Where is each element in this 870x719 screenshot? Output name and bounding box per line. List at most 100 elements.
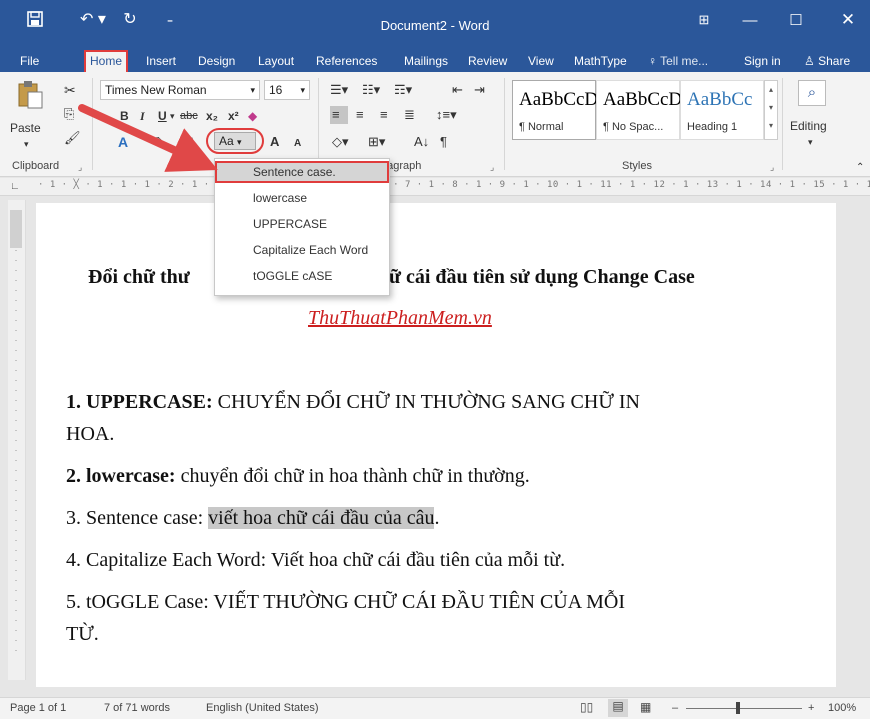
minimize-button[interactable]: — [730,6,770,34]
menu-item-toggle-case[interactable]: tOGGLE cASE [215,265,389,287]
document-page[interactable]: Đổi chữ thư ữ cái đầu tiên sử dụng Chang… [36,203,836,687]
shading-icon[interactable]: ◇▾ [332,134,349,150]
shrink-font-button[interactable]: A [294,136,301,152]
format-painter-icon[interactable]: 🖌 [64,130,81,146]
horizontal-ruler[interactable]: ∟ · 1 · ╳ · 1 · 1 · 1 · 2 · 1 · 3 · 1 · … [0,178,870,196]
tab-mathtype[interactable]: MathType [574,50,627,72]
multilevel-list-icon[interactable]: ☶▾ [394,82,412,98]
menu-item-sentence-case[interactable]: Sentence case. [215,161,389,183]
ribbon-home: Paste ▾ ✂ ⎘ 🖌 Clipboard ⌟ Times New Roma… [0,72,870,177]
numbering-icon[interactable]: ☷▾ [362,82,380,98]
change-case-button[interactable]: Aa ▾ [214,132,256,150]
tab-review[interactable]: Review [468,50,507,72]
word-count[interactable]: 7 of 71 words [104,702,170,714]
editing-label[interactable]: Editing [790,118,827,134]
ruler-scale: · 1 · ╳ · 1 · 1 · 1 · 2 · 1 · 3 · 1 · 4 … [38,180,870,190]
tab-mailings[interactable]: Mailings [404,50,448,72]
paragraph-launcher-icon[interactable]: ⌟ [490,162,494,173]
zoom-out-icon[interactable]: – [672,702,678,714]
font-name-combo[interactable]: Times New Roman ▾ [100,80,260,100]
style-no-spacing[interactable]: AaBbCcDc ¶ No Spac... [596,80,681,140]
cut-icon[interactable]: ✂ [64,82,76,98]
tab-view[interactable]: View [528,50,554,72]
align-center-icon[interactable]: ≡ [356,107,364,123]
increase-indent-icon[interactable]: ⇥ [474,82,485,98]
redo-icon[interactable]: ↻ [118,8,142,30]
decrease-indent-icon[interactable]: ⇤ [452,82,463,98]
chevron-down-icon: ▾ [300,85,305,95]
list-item: 3. Sentence case: viết hoa chữ cái đầu c… [66,507,439,530]
style-normal[interactable]: AaBbCcDc ¶ Normal [512,80,597,140]
selected-text[interactable]: viết hoa chữ cái đầu của câu [208,507,435,529]
strikethrough-button[interactable]: abc [180,108,198,124]
search-icon[interactable]: ⌕ [798,80,826,106]
subscript-button[interactable]: x₂ [206,108,218,124]
tab-insert[interactable]: Insert [146,50,176,72]
copy-icon[interactable]: ⎘ [64,106,74,122]
clear-formatting-icon[interactable]: ◆ [248,108,257,124]
zoom-slider-thumb[interactable] [736,702,740,714]
vertical-ruler[interactable] [8,200,26,680]
align-left-button[interactable]: ≡ [330,106,348,124]
superscript-button[interactable]: x² [228,108,239,124]
document-link[interactable]: ThuThuatPhanMem.vn [308,307,492,330]
undo-icon[interactable]: ↶ ▾ [76,8,110,30]
tell-me-box[interactable]: ♀ Tell me... [648,50,708,72]
tab-file[interactable]: File [20,50,39,72]
menu-item-uppercase[interactable]: UPPERCASE [215,213,389,235]
print-layout-icon[interactable]: ▤ [608,699,628,717]
web-layout-icon[interactable]: ▦ [640,700,651,714]
chevron-down-icon[interactable]: ▾ [170,108,175,124]
zoom-slider[interactable] [686,708,802,709]
item-prefix: 3. Sentence case: [66,507,209,529]
zoom-in-icon[interactable]: + [808,702,814,714]
highlight-color-icon[interactable]: ✎ [154,134,166,150]
style-heading-1[interactable]: AaBbCc Heading 1 [680,80,764,140]
font-color-icon[interactable]: A [186,134,196,150]
align-right-icon[interactable]: ≡ [380,107,388,123]
font-size-combo[interactable]: 16 ▾ [264,80,310,100]
link-text[interactable]: ThuThuatPhanMem.vn [308,307,492,329]
show-formatting-icon[interactable]: ¶ [440,134,447,150]
list-item: 2. lowercase: chuyển đổi chữ in hoa thàn… [66,465,530,488]
divider [92,78,93,170]
ribbon-display-icon[interactable]: ⊞ [684,6,724,34]
sign-in-link[interactable]: Sign in [744,50,781,72]
bold-button[interactable]: B [120,108,129,124]
tab-references[interactable]: References [316,50,377,72]
tab-layout[interactable]: Layout [258,50,294,72]
tab-selector-icon[interactable]: ∟ [10,181,20,192]
menu-item-lowercase[interactable]: lowercase [215,187,389,209]
close-button[interactable]: ✕ [828,6,868,34]
style-sample: AaBbCcDc [519,89,597,110]
styles-scrollbar[interactable]: ▴ ▾ ▾ [764,80,778,140]
styles-launcher-icon[interactable]: ⌟ [770,162,774,173]
sort-icon[interactable]: A↓ [414,134,429,150]
customize-icon[interactable]: ₌ [160,8,180,30]
chevron-down-icon[interactable]: ▾ [808,134,813,150]
italic-button[interactable]: I [140,108,145,124]
read-mode-icon[interactable]: ▯▯ [580,700,593,714]
borders-icon[interactable]: ⊞▾ [368,134,385,150]
text-effects-icon[interactable]: A [118,134,128,150]
grow-font-button[interactable]: A [270,134,279,150]
word-window: ↶ ▾ ↻ ₌ Document2 - Word ⊞ — ☐ ✕ File Ho… [0,0,870,719]
language-indicator[interactable]: English (United States) [206,702,319,714]
justify-icon[interactable]: ≣ [404,107,415,123]
paste-icon[interactable] [16,80,46,110]
tab-home[interactable]: Home [84,50,129,72]
bullets-icon[interactable]: ☰▾ [330,82,348,98]
clipboard-launcher-icon[interactable]: ⌟ [78,162,82,173]
paste-dropdown-icon[interactable]: ▾ [24,136,29,152]
menu-item-capitalize-each-word[interactable]: Capitalize Each Word [215,239,389,261]
maximize-button[interactable]: ☐ [776,6,816,34]
share-button[interactable]: ♙ Share [804,50,850,72]
page-count[interactable]: Page 1 of 1 [10,702,66,714]
tab-design[interactable]: Design [198,50,235,72]
underline-button[interactable]: U [158,108,167,124]
zoom-level[interactable]: 100% [828,702,856,714]
line-spacing-icon[interactable]: ↕≡▾ [436,107,457,123]
save-icon[interactable] [22,8,48,30]
document-title-right: ữ cái đầu tiên sử dụng Change Case [389,266,695,288]
collapse-ribbon-icon[interactable]: ⌃ [856,160,864,176]
